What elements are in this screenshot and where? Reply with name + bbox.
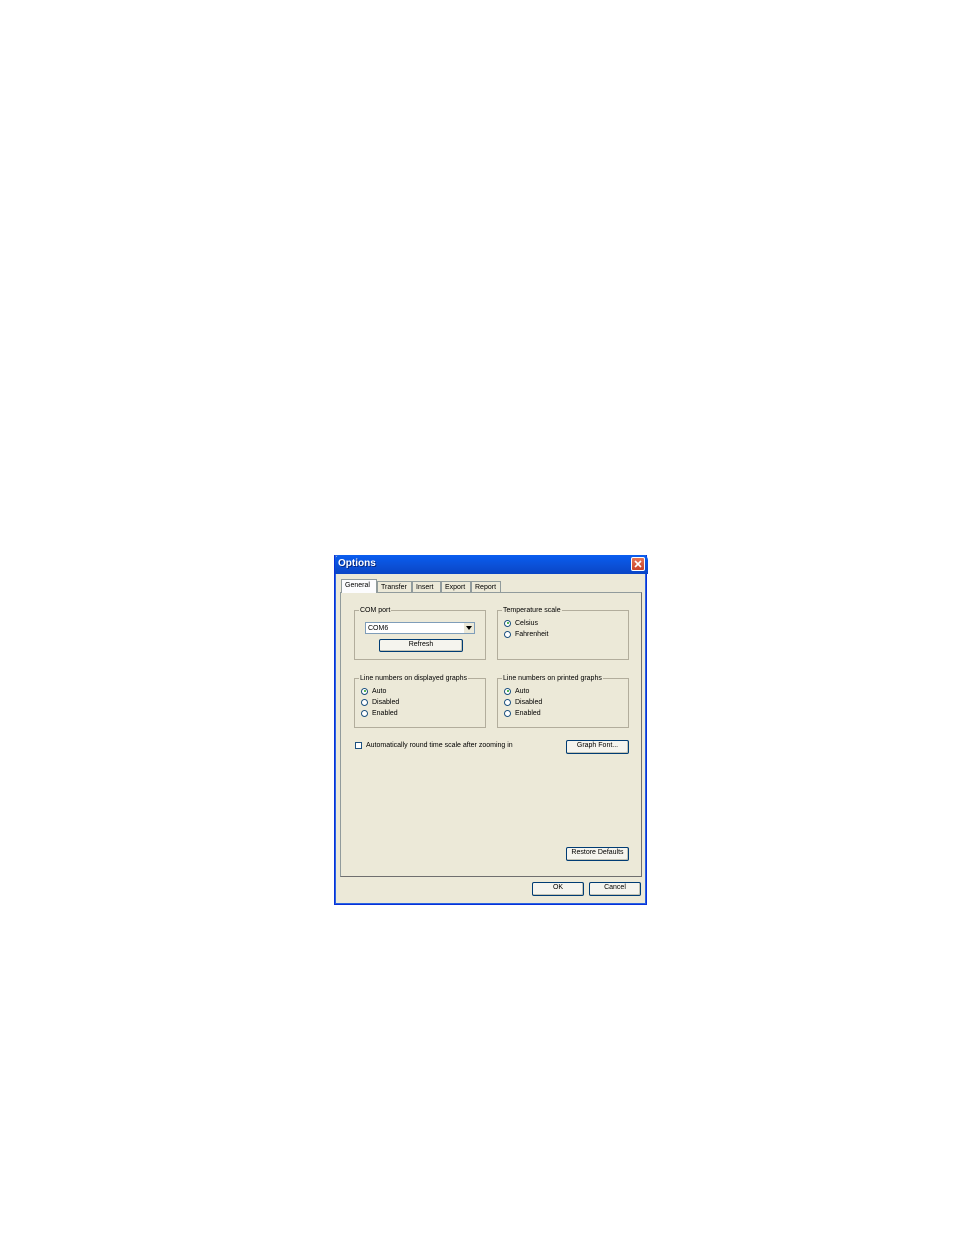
radio-button[interactable] xyxy=(504,619,511,627)
tab-general[interactable]: General xyxy=(341,579,377,593)
graph-font-label: Graph Font... xyxy=(576,742,619,749)
radio-displayed-auto[interactable]: Auto xyxy=(361,686,386,696)
com-port-value: COM6 xyxy=(368,625,389,632)
com-port-group: COM port COM6 Refresh xyxy=(354,606,486,660)
refresh-button[interactable]: Refresh xyxy=(379,639,463,652)
tab-label: Report xyxy=(475,584,497,591)
radio-button[interactable] xyxy=(504,698,511,706)
radio-button[interactable] xyxy=(361,687,368,695)
radio-printed-enabled[interactable]: Enabled xyxy=(504,708,541,718)
radio-label: Celsius xyxy=(515,619,538,627)
radio-label: Enabled xyxy=(372,709,398,717)
close-button[interactable] xyxy=(631,557,645,571)
line-numbers-displayed-legend: Line numbers on displayed graphs xyxy=(359,674,469,683)
com-port-select[interactable]: COM6 xyxy=(365,622,475,634)
tab-report[interactable]: Report xyxy=(471,581,501,592)
radio-label: Disabled xyxy=(372,698,400,706)
line-numbers-displayed-group: Line numbers on displayed graphs Auto Di… xyxy=(354,674,486,728)
tab-label: Transfer xyxy=(381,584,407,591)
general-tab-panel: COM port COM6 Refresh Temperature scale … xyxy=(340,592,642,877)
title-bar[interactable]: Options xyxy=(335,555,648,574)
restore-defaults-button[interactable]: Restore Defaults xyxy=(566,847,629,861)
cancel-button[interactable]: Cancel xyxy=(589,882,641,896)
close-icon xyxy=(634,560,642,568)
radio-button[interactable] xyxy=(504,709,511,717)
tab-label: Insert xyxy=(416,584,434,591)
radio-celsius[interactable]: Celsius xyxy=(504,618,538,628)
tab-label: Export xyxy=(445,584,466,591)
line-numbers-printed-group: Line numbers on printed graphs Auto Disa… xyxy=(497,674,629,728)
ok-label: OK xyxy=(552,884,564,891)
radio-label: Disabled xyxy=(515,698,543,706)
window-title: Options xyxy=(338,558,376,569)
radio-printed-auto[interactable]: Auto xyxy=(504,686,529,696)
refresh-label: Refresh xyxy=(408,641,434,648)
graph-font-button[interactable]: Graph Font... xyxy=(566,740,629,754)
tab-export[interactable]: Export xyxy=(441,581,471,592)
line-numbers-printed-legend: Line numbers on printed graphs xyxy=(502,674,603,683)
radio-label: Enabled xyxy=(515,709,541,717)
radio-label: Fahrenheit xyxy=(515,630,549,638)
combo-dropdown-button[interactable] xyxy=(464,623,474,633)
tab-insert[interactable]: Insert xyxy=(412,581,441,592)
tab-label: General xyxy=(345,582,370,589)
radio-label: Auto xyxy=(372,687,387,695)
radio-fahrenheit[interactable]: Fahrenheit xyxy=(504,629,548,639)
restore-defaults-label: Restore Defaults xyxy=(571,849,624,856)
radio-displayed-enabled[interactable]: Enabled xyxy=(361,708,398,718)
ok-button[interactable]: OK xyxy=(532,882,584,896)
auto-round-checkbox[interactable] xyxy=(355,742,362,749)
temperature-scale-legend: Temperature scale xyxy=(502,606,562,615)
cancel-label: Cancel xyxy=(604,884,626,891)
options-dialog: Options General Transfer Insert Export R… xyxy=(334,555,648,905)
radio-label: Auto xyxy=(515,687,530,695)
radio-button[interactable] xyxy=(361,709,368,717)
radio-button[interactable] xyxy=(504,630,511,638)
tab-transfer[interactable]: Transfer xyxy=(377,581,412,592)
temperature-scale-group: Temperature scale Celsius Fahrenheit xyxy=(497,606,629,660)
com-port-legend: COM port xyxy=(359,606,392,615)
radio-displayed-disabled[interactable]: Disabled xyxy=(361,697,399,707)
radio-button[interactable] xyxy=(504,687,511,695)
auto-round-label[interactable]: Automatically round time scale after zoo… xyxy=(366,741,513,750)
chevron-down-icon xyxy=(466,626,472,630)
radio-button[interactable] xyxy=(361,698,368,706)
radio-printed-disabled[interactable]: Disabled xyxy=(504,697,542,707)
